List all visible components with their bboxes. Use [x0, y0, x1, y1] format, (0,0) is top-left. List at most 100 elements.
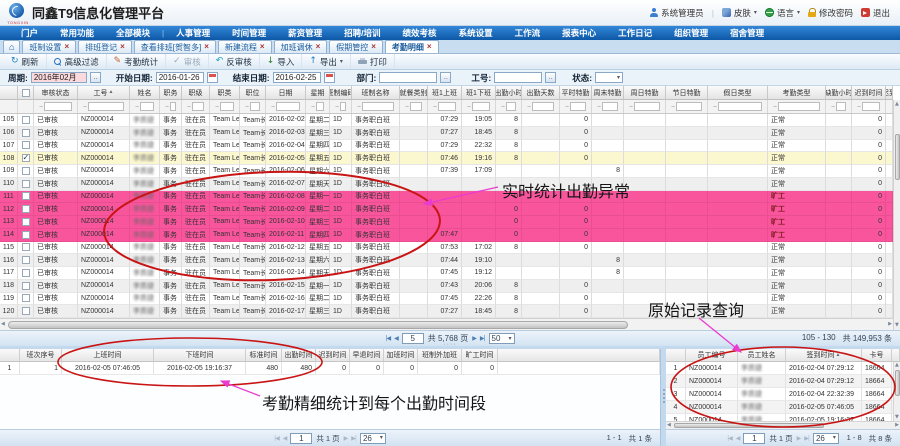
row-checkbox[interactable]: [22, 307, 30, 315]
column-filter-input[interactable]: [276, 102, 300, 111]
row-checkbox[interactable]: [22, 141, 30, 149]
toolbar-button-import[interactable]: ↓导入: [260, 54, 303, 69]
column-header[interactable]: 周末特勤: [592, 86, 624, 99]
last-page-button[interactable]: ▶|: [480, 335, 485, 342]
column-filter-input[interactable]: [438, 102, 456, 111]
column-filter-input[interactable]: [192, 102, 204, 111]
row-checkbox[interactable]: [22, 116, 30, 124]
column-header[interactable]: 周日特勤: [624, 86, 666, 99]
tab-close-icon[interactable]: ×: [260, 43, 265, 51]
column-filter-input[interactable]: [718, 102, 762, 111]
tab[interactable]: 查看排班[贺智多]×: [134, 40, 216, 53]
menu-item[interactable]: 招聘/培训: [333, 26, 391, 40]
tab-close-icon[interactable]: ×: [427, 43, 432, 51]
column-filter-input[interactable]: [778, 102, 820, 111]
table-row[interactable]: 120已审核NZ000014李质捷事务驻在员Team LeTeam长2016-0…: [0, 305, 893, 318]
tab-active[interactable]: 考勤明细×: [385, 40, 439, 53]
column-header[interactable]: 签到时间▲: [786, 349, 862, 361]
column-filter-input[interactable]: [44, 102, 72, 111]
table-row[interactable]: 111已审核NZ000014李质捷事务驻在员Team LeTeam长2016-0…: [0, 191, 893, 204]
vertical-scrollbar[interactable]: ▲ ▼: [893, 100, 900, 330]
toolbar-button-refresh[interactable]: ↻刷新: [4, 54, 47, 69]
menu-item[interactable]: 工作日记: [607, 26, 663, 40]
page-number-input[interactable]: 1: [743, 433, 765, 444]
toolbar-button-stat[interactable]: ✎考勤统计: [107, 54, 167, 69]
column-filter-input[interactable]: [220, 102, 234, 111]
language-menu[interactable]: 语言 ▾: [765, 7, 800, 19]
start-date-calendar-icon[interactable]: [207, 72, 218, 83]
status-select[interactable]: ▾: [595, 72, 623, 83]
column-header[interactable]: 下班时间: [154, 349, 246, 361]
column-header[interactable]: 班1下班: [462, 86, 496, 99]
menu-item[interactable]: 组织管理: [663, 26, 719, 40]
column-header[interactable]: 缺勤小时: [826, 86, 852, 99]
column-header[interactable]: 节日特勤: [666, 86, 708, 99]
toolbar-button-find[interactable]: 高级过滤: [47, 54, 107, 69]
period-picker-button[interactable]: ‥: [90, 72, 101, 83]
table-row[interactable]: 4NZ000014李质捷2016-02-05 07:46:0518664: [666, 401, 900, 414]
table-row[interactable]: 113已审核NZ000014李质捷事务驻在员Team LeTeam长2016-0…: [0, 216, 893, 229]
column-filter-input[interactable]: [170, 102, 176, 111]
scroll-up-icon[interactable]: ▲: [895, 363, 899, 368]
table-row[interactable]: 112016-02-05 07:46:052016-02-05 19:16:37…: [0, 362, 660, 375]
emp-no-input[interactable]: [494, 72, 542, 83]
page-number-input[interactable]: 5: [402, 333, 424, 344]
tab[interactable]: 班制设置×: [22, 40, 76, 53]
row-checkbox[interactable]: [22, 154, 30, 162]
menu-item[interactable]: 全部模块: [105, 26, 161, 40]
table-row[interactable]: 5NZ000014李质捷2016-02-05 19:16:3718664: [666, 414, 900, 421]
scrollbar-thumb[interactable]: [895, 370, 900, 396]
column-header[interactable]: 标准时间: [246, 349, 282, 361]
table-row[interactable]: 112已审核NZ000014李质捷事务驻在员Team LeTeam长2016-0…: [0, 203, 893, 216]
table-row[interactable]: 118已审核NZ000014李质捷事务驻在员Team LeTeam长2016-0…: [0, 280, 893, 293]
row-checkbox[interactable]: [22, 205, 30, 213]
prev-page-button[interactable]: ◀: [394, 335, 398, 342]
row-checkbox[interactable]: [22, 218, 30, 226]
row-checkbox[interactable]: [22, 129, 30, 137]
scrollbar-thumb[interactable]: [895, 134, 900, 180]
tab[interactable]: 排班登记×: [78, 40, 132, 53]
row-checkbox[interactable]: [22, 192, 30, 200]
home-tab[interactable]: ⌂: [3, 40, 20, 53]
row-checkbox[interactable]: [22, 180, 30, 188]
column-header[interactable]: 平时特勤: [560, 86, 592, 99]
row-checkbox[interactable]: [22, 243, 30, 251]
row-checkbox[interactable]: [22, 269, 30, 277]
toolbar-button-undo[interactable]: ↶反审核: [209, 54, 260, 69]
tab[interactable]: 新建流程×: [218, 40, 272, 53]
row-checkbox[interactable]: [22, 167, 30, 175]
toolbar-button-export[interactable]: ↑导出▾: [302, 54, 351, 69]
column-header[interactable]: 班制编码: [330, 86, 352, 99]
column-header[interactable]: 职级: [182, 86, 210, 99]
current-user[interactable]: 系统管理员: [650, 7, 704, 19]
column-filter-input[interactable]: [140, 102, 154, 111]
menu-item[interactable]: 报表中心: [551, 26, 607, 40]
table-row[interactable]: 108已审核NZ000014李质捷事务驻在员Team LeTeam长2016-0…: [0, 152, 893, 165]
column-header[interactable]: 班次序号: [20, 349, 62, 361]
table-row[interactable]: 105已审核NZ000014李质捷事务驻在员Team LeTeam长2016-0…: [0, 114, 893, 127]
menu-item[interactable]: 薪资管理: [277, 26, 333, 40]
scroll-left-icon[interactable]: ◀: [1, 322, 5, 327]
column-filter-input[interactable]: [570, 102, 586, 111]
column-header[interactable]: 假日类型: [708, 86, 768, 99]
column-header[interactable]: [0, 349, 20, 361]
end-date-calendar-icon[interactable]: [324, 72, 335, 83]
table-row[interactable]: 106已审核NZ000014李质捷事务驻在员Team LeTeam长2016-0…: [0, 127, 893, 140]
column-header[interactable]: 星期: [306, 86, 330, 99]
logout-button[interactable]: 退出: [861, 7, 890, 19]
column-header[interactable]: 工号▲: [78, 86, 130, 99]
column-header[interactable]: 上班时间: [62, 349, 154, 361]
menu-item[interactable]: 常用功能: [49, 26, 105, 40]
column-header[interactable]: 早退时间: [350, 349, 384, 361]
column-header[interactable]: 日期: [266, 86, 306, 99]
column-header[interactable]: 班1上班: [428, 86, 462, 99]
column-header[interactable]: 出勤小时: [496, 86, 522, 99]
column-header[interactable]: 姓名: [130, 86, 160, 99]
column-header[interactable]: 员工编号: [686, 349, 738, 361]
table-row[interactable]: 117已审核NZ000014李质捷事务驻在员Team LeTeam长2016-0…: [0, 267, 893, 280]
column-filter-input[interactable]: [88, 102, 124, 111]
period-input[interactable]: 2016年02月: [31, 72, 87, 83]
column-filter-input[interactable]: [862, 102, 880, 111]
scroll-down-icon[interactable]: ▼: [895, 323, 899, 328]
horizontal-scrollbar[interactable]: ◀ ▶: [666, 421, 900, 429]
